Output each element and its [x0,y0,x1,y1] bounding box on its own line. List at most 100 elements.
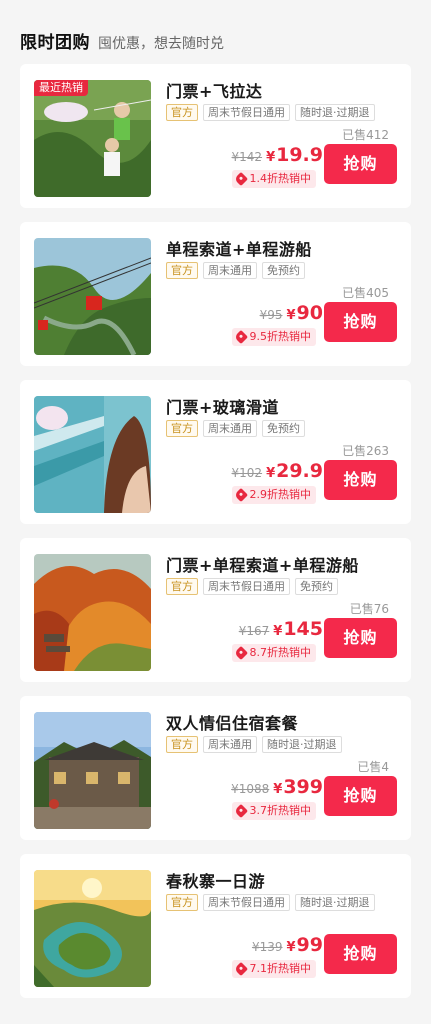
discount-text: 2.9折热销中 [249,488,312,501]
product-tags: 官方 周末节假日通用 免预约 [166,578,338,595]
product-card[interactable]: 春秋寨一日游 官方 周末节假日通用 随时退·过期退 ¥139 ¥99 7.1折热… [20,854,411,998]
price-value: 399 [283,776,323,798]
original-price: ¥142 [231,150,263,164]
product-name: 门票+飞拉达 [166,82,263,101]
price-symbol: ¥ [273,624,283,639]
product-name: 门票+玻璃滑道 [166,398,279,417]
discount-badge: 7.1折热销中 [231,960,316,978]
product-tag: 随时退·过期退 [262,736,342,753]
product-name: 双人情侣住宿套餐 [166,714,299,733]
price-symbol: ¥ [266,466,276,481]
price-tag-icon [233,171,248,187]
product-tag: 周末通用 [203,420,257,437]
price-value: 90 [296,302,323,324]
buy-button[interactable]: 抢购 [324,618,397,658]
buy-button[interactable]: 抢购 [324,460,397,500]
product-tag: 周末节假日通用 [203,578,290,595]
price-value: 99 [296,934,323,956]
product-tags: 官方 周末节假日通用 随时退·过期退 [166,894,375,911]
product-tag: 免预约 [262,262,305,279]
current-price: ¥145 [273,618,323,640]
product-tag: 周末通用 [203,262,257,279]
product-name: 单程索道+单程游船 [166,240,312,259]
current-price: ¥29.9 [266,460,323,482]
buy-button[interactable]: 抢购 [324,144,397,184]
product-tags: 官方 周末节假日通用 随时退·过期退 [166,104,375,121]
product-tag: 周末通用 [203,736,257,753]
buy-button[interactable]: 抢购 [324,934,397,974]
price-symbol: ¥ [286,940,296,955]
official-tag: 官方 [166,262,198,279]
product-tags: 官方 周末通用 免预约 [166,420,305,437]
discount-badge: 8.7折热销中 [231,644,316,662]
original-price: ¥167 [238,624,270,638]
discount-badge: 2.9折热销中 [231,486,316,504]
original-price: ¥1088 [231,782,270,796]
discount-badge: 1.4折热销中 [231,170,316,188]
discount-badge: 9.5折热销中 [231,328,316,346]
price-row: ¥1088 ¥399 [231,776,323,798]
product-tag: 随时退·过期退 [295,104,375,121]
section-subtitle: 囤优惠，想去随时兑 [98,36,224,52]
product-image: 最近热销 [34,80,151,197]
product-name: 门票+单程索道+单程游船 [166,556,359,575]
product-tags: 官方 周末通用 随时退·过期退 [166,736,342,753]
price-tag-icon [233,803,248,819]
official-tag: 官方 [166,736,198,753]
sold-count: 已售412 [342,128,389,142]
product-card[interactable]: 双人情侣住宿套餐 官方 周末通用 随时退·过期退 已售4 ¥1088 ¥399 … [20,696,411,840]
product-card[interactable]: 门票+单程索道+单程游船 官方 周末节假日通用 免预约 已售76 ¥167 ¥1… [20,538,411,682]
sold-count: 已售76 [349,602,389,616]
product-image [34,396,151,513]
discount-text: 9.5折热销中 [249,330,312,343]
price-tag-icon [233,961,248,977]
official-tag: 官方 [166,894,198,911]
product-card[interactable]: 单程索道+单程游船 官方 周末通用 免预约 已售405 ¥95 ¥90 9.5折… [20,222,411,366]
discount-text: 1.4折热销中 [249,172,312,185]
price-symbol: ¥ [273,782,283,797]
price-row: ¥167 ¥145 [239,618,323,640]
product-tag: 周末节假日通用 [203,104,290,121]
official-tag: 官方 [166,104,198,121]
original-price: ¥139 [251,940,283,954]
product-card[interactable]: 门票+玻璃滑道 官方 周末通用 免预约 已售263 ¥102 ¥29.9 2.9… [20,380,411,524]
discount-badge: 3.7折热销中 [231,802,316,820]
original-price: ¥102 [231,466,263,480]
section-title: 限时团购 [20,33,90,53]
price-row: ¥95 ¥90 [260,302,323,324]
section-header: 限时团购 囤优惠，想去随时兑 [20,28,224,53]
product-image [34,554,151,671]
product-tag: 免预约 [295,578,338,595]
price-row: ¥102 ¥29.9 [232,460,323,482]
price-tag-icon [233,487,248,503]
product-tag: 随时退·过期退 [295,894,375,911]
buy-button[interactable]: 抢购 [324,776,397,816]
original-price: ¥95 [259,308,283,322]
current-price: ¥399 [273,776,323,798]
product-tags: 官方 周末通用 免预约 [166,262,305,279]
price-value: 19.9 [276,144,323,166]
price-symbol: ¥ [266,150,276,165]
hot-badge: 最近热销 [34,80,88,96]
price-symbol: ¥ [286,308,296,323]
current-price: ¥99 [287,934,324,956]
price-tag-icon [233,645,248,661]
product-image [34,712,151,829]
product-image [34,238,151,355]
official-tag: 官方 [166,420,198,437]
product-tag: 周末节假日通用 [203,894,290,911]
product-image [34,870,151,987]
discount-text: 8.7折热销中 [249,646,312,659]
product-name: 春秋寨一日游 [166,872,266,891]
sold-count: 已售4 [357,760,389,774]
price-row: ¥142 ¥19.9 [232,144,323,166]
sold-count: 已售263 [342,444,389,458]
product-tag: 免预约 [262,420,305,437]
discount-text: 7.1折热销中 [249,962,312,975]
price-value: 145 [283,618,323,640]
current-price: ¥90 [287,302,324,324]
official-tag: 官方 [166,578,198,595]
buy-button[interactable]: 抢购 [324,302,397,342]
current-price: ¥19.9 [266,144,323,166]
product-card[interactable]: 最近热销 门票+飞拉达 官方 周末节假日通用 随时退·过期退 已售412 ¥14… [20,64,411,208]
